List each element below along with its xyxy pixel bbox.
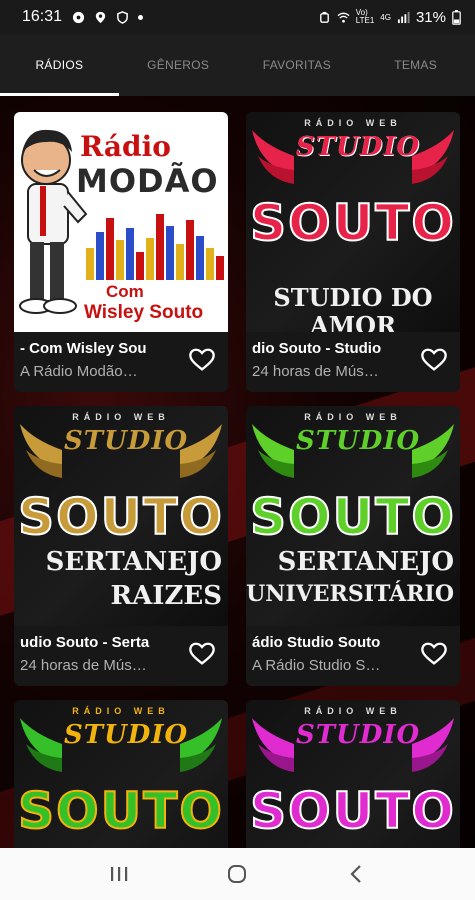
tab-temas[interactable]: TEMAS [356, 34, 475, 96]
status-bar: 16:31 Vo) LTE1 4G 31% [0, 0, 475, 34]
artwork-extra2-text: RAIZES [110, 581, 222, 611]
artwork-studio-text: STUDIO [296, 426, 421, 456]
artwork-souto-text: SOUTO [17, 781, 224, 841]
network-type-icon: 4G [380, 12, 391, 22]
artwork-souto-text: SOUTO [249, 781, 456, 841]
radio-artwork: Rádio MODÃO Com Wisley Souto [14, 112, 228, 332]
station-subtitle: A Rádio Studio S… [252, 657, 381, 674]
system-icons: Vo) LTE1 4G 31% [318, 9, 461, 26]
shield-icon [117, 10, 128, 24]
artwork-extra-text: STUDIO DO AMOR [273, 283, 433, 332]
artwork-name-text: Wisley Souto [84, 302, 204, 323]
heart-outline-icon[interactable] [188, 346, 216, 374]
station-subtitle: 24 horas de Mús… [252, 363, 379, 380]
signal-icon [397, 11, 410, 23]
wing-left-graphic [252, 718, 294, 772]
station-title: udio Souto - Serta [20, 634, 150, 651]
back-button[interactable] [341, 862, 371, 886]
station-subtitle: 24 horas de Mús… [20, 657, 147, 674]
artwork-extra2-text: UNIVERSITÁRIO [246, 581, 454, 607]
card-info: ádio Studio Souto A Rádio Studio S… [246, 626, 460, 686]
radio-artwork: RÁDIO WEB STUDIO SOUTO [246, 700, 460, 848]
station-title: dio Souto - Studio [252, 340, 382, 357]
wing-left-graphic [252, 130, 294, 184]
radio-card[interactable]: RÁDIO WEB STUDIO SOUTO [246, 700, 460, 848]
artwork-extra1-text: SERTANEJO [45, 547, 222, 577]
radio-card[interactable]: RÁDIO WEB STUDIO SOUTO STUDIO DO AMOR di… [246, 112, 460, 392]
artwork-radio-text: Rádio [80, 130, 171, 163]
station-subtitle: A Rádio Modão… [20, 363, 138, 380]
tab-generos[interactable]: GÊNEROS [119, 34, 238, 96]
notification-icons [72, 10, 144, 24]
artwork-studio-text: STUDIO [64, 720, 189, 750]
radio-card[interactable]: RÁDIO WEB STUDIO SOUTO SERTANEJO RAIZES … [14, 406, 228, 686]
volte-icon: Vo) LTE1 [355, 8, 375, 25]
battery-percent: 31% [415, 8, 446, 26]
radio-artwork: RÁDIO WEB STUDIO SOUTO SERTANEJO UNIVERS… [246, 406, 460, 626]
radio-artwork: RÁDIO WEB STUDIO SOUTO [14, 700, 228, 848]
card-info: udio Souto - Serta 24 horas de Mús… [14, 626, 228, 686]
card-info: - Com Wisley Sou A Rádio Modão… [14, 332, 228, 392]
artwork-studio-text: STUDIO [296, 132, 421, 162]
heart-outline-icon[interactable] [420, 346, 448, 374]
artwork-studio-text: STUDIO [64, 426, 189, 456]
artwork-modao-text: MODÃO [76, 162, 219, 200]
artwork-studio-text: STUDIO [296, 720, 421, 750]
wifi-icon [337, 12, 350, 23]
artwork-extra1-text: SERTANEJO [277, 547, 454, 577]
tab-favoritas[interactable]: FAVORITAS [238, 34, 357, 96]
wing-left-graphic [20, 718, 62, 772]
artwork-souto-text: SOUTO [249, 487, 456, 547]
back-icon [350, 865, 361, 883]
radio-card[interactable]: RÁDIO WEB STUDIO SOUTO SERTANEJO UNIVERS… [246, 406, 460, 686]
tab-radios[interactable]: RÁDIOS [0, 34, 119, 96]
radio-artwork: RÁDIO WEB STUDIO SOUTO SERTANEJO RAIZES [14, 406, 228, 626]
alarm-icon [319, 11, 329, 23]
station-title: - Com Wisley Sou [20, 340, 147, 357]
wing-left-graphic [20, 424, 62, 478]
home-icon [228, 865, 247, 883]
station-title: ádio Studio Souto [252, 634, 381, 651]
artwork-com-text: Com [106, 282, 144, 301]
more-notifications-dot [138, 14, 144, 20]
heart-outline-icon[interactable] [188, 640, 216, 668]
recent-apps-icon [111, 867, 128, 881]
equalizer-graphic [86, 214, 224, 280]
radio-grid: Rádio MODÃO Com Wisley Souto - Com Wisle… [0, 96, 475, 848]
system-navigation-bar [0, 848, 475, 900]
radio-card[interactable]: RÁDIO WEB STUDIO SOUTO [14, 700, 228, 848]
recent-apps-button[interactable] [104, 862, 134, 886]
artwork-souto-text: SOUTO [17, 487, 224, 547]
location-pin-icon [95, 11, 106, 23]
home-button[interactable] [222, 862, 252, 886]
radio-artwork: RÁDIO WEB STUDIO SOUTO STUDIO DO AMOR [246, 112, 460, 332]
tab-bar: RÁDIOS GÊNEROS FAVORITAS TEMAS [0, 34, 475, 96]
soccer-ball-icon [72, 11, 85, 23]
card-info: dio Souto - Studio 24 horas de Mús… [246, 332, 460, 392]
battery-icon [452, 9, 461, 25]
radio-card[interactable]: Rádio MODÃO Com Wisley Souto - Com Wisle… [14, 112, 228, 392]
artwork-souto-text: SOUTO [249, 193, 456, 253]
wing-left-graphic [252, 424, 294, 478]
status-time: 16:31 [22, 8, 63, 25]
heart-outline-icon[interactable] [420, 640, 448, 668]
